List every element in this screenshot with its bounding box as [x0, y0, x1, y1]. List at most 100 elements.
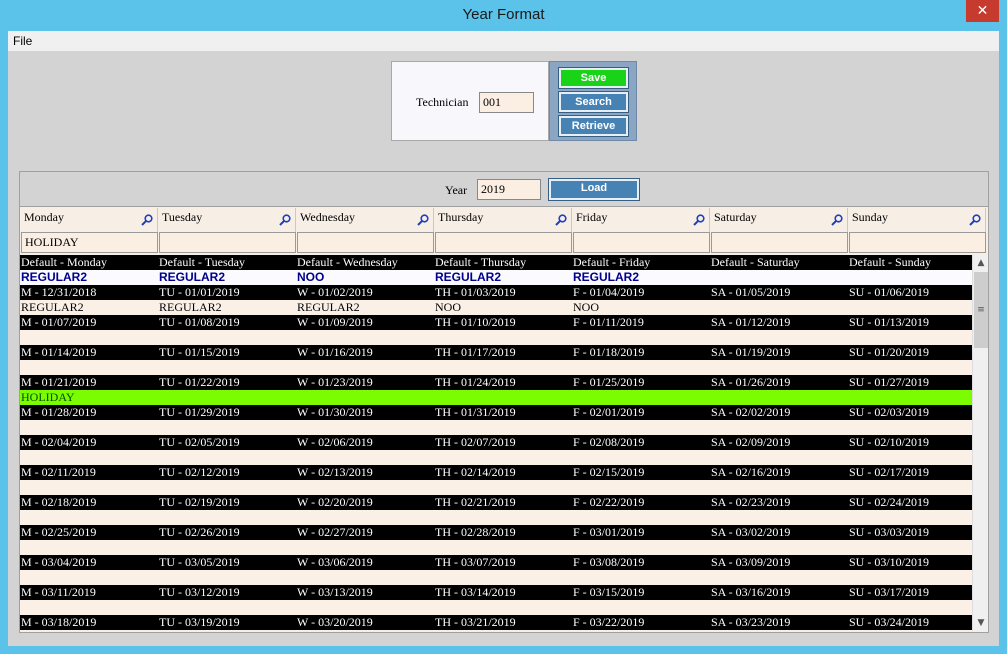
table-row[interactable] [20, 510, 972, 525]
table-cell: SA - 02/09/2019 [711, 435, 791, 449]
table-cell: NOO [435, 300, 461, 314]
table-cell: M - 01/14/2019 [21, 345, 97, 359]
table-row[interactable]: M - 03/04/2019 TU - 03/05/2019 W - 03/06/2… [20, 555, 972, 570]
technician-input[interactable] [479, 92, 534, 113]
table-cell: TU - 01/01/2019 [159, 285, 240, 299]
table-cell: TH - 02/14/2019 [435, 465, 516, 479]
day-header-label: Sunday [852, 210, 888, 224]
filter-wednesday[interactable] [297, 232, 434, 253]
table-cell: REGULAR2 [159, 300, 222, 314]
scroll-thumb[interactable]: ≡ [974, 272, 988, 348]
filter-friday[interactable] [573, 232, 710, 253]
filter-thursday[interactable] [435, 232, 572, 253]
table-row[interactable]: M - 01/07/2019 TU - 01/08/2019 W - 01/09/2… [20, 315, 972, 330]
vertical-scrollbar[interactable]: ▲ ≡ ▼ [972, 255, 988, 631]
day-header-wednesday[interactable]: Wednesday [296, 208, 434, 232]
table-cell: W - 01/09/2019 [297, 315, 373, 329]
table-row[interactable]: REGULAR2 REGULAR2 NOO REGULAR2 REGULAR2 [20, 270, 972, 285]
day-header-friday[interactable]: Friday [572, 208, 710, 232]
table-cell: SU - 03/24/2019 [849, 615, 930, 629]
magnifier-icon[interactable] [417, 214, 429, 226]
table-cell: M - 02/04/2019 [21, 435, 97, 449]
table-cell: Default - Saturday [711, 255, 800, 269]
scroll-up-icon[interactable]: ▲ [973, 255, 989, 271]
table-row[interactable]: M - 02/18/2019 TU - 02/19/2019 W - 02/20/2… [20, 495, 972, 510]
year-label: Year [445, 183, 468, 197]
magnifier-icon[interactable] [555, 214, 567, 226]
table-cell: REGULAR2 [21, 300, 84, 314]
table-cell: M - 02/11/2019 [21, 465, 96, 479]
table-row[interactable] [20, 360, 972, 375]
table-row[interactable]: M - 02/25/2019 TU - 02/26/2019 W - 02/27/2… [20, 525, 972, 540]
table-cell: TU - 02/05/2019 [159, 435, 240, 449]
filter-sunday[interactable] [849, 232, 986, 253]
table-row[interactable]: HOLIDAY [20, 390, 972, 405]
day-header-saturday[interactable]: Saturday [710, 208, 848, 232]
table-cell: W - 02/27/2019 [297, 525, 373, 539]
magnifier-icon[interactable] [141, 214, 153, 226]
save-button[interactable]: Save [558, 67, 629, 89]
table-row[interactable]: M - 01/21/2019 TU - 01/22/2019 W - 01/23/2… [20, 375, 972, 390]
table-cell: W - 01/23/2019 [297, 375, 373, 389]
day-header-label: Saturday [714, 210, 757, 224]
table-cell: W - 02/06/2019 [297, 435, 373, 449]
table-row[interactable] [20, 570, 972, 585]
table-cell: TU - 01/15/2019 [159, 345, 240, 359]
table-row[interactable]: M - 01/14/2019 TU - 01/15/2019 W - 01/16/2… [20, 345, 972, 360]
table-row[interactable]: M - 03/11/2019 TU - 03/12/2019 W - 03/13/2… [20, 585, 972, 600]
table-cell: SA - 01/19/2019 [711, 345, 791, 359]
table-cell: TH - 02/28/2019 [435, 525, 516, 539]
table-cell: F - 03/01/2019 [573, 525, 645, 539]
table-cell: W - 01/30/2019 [297, 405, 373, 419]
action-buttons-panel: Save Search Retrieve [549, 61, 637, 141]
table-cell: F - 03/22/2019 [573, 615, 645, 629]
table-cell: SA - 02/02/2019 [711, 405, 791, 419]
scroll-down-icon[interactable]: ▼ [973, 615, 989, 631]
technician-panel: Technician [391, 61, 549, 141]
table-row[interactable]: M - 03/18/2019 TU - 03/19/2019 W - 03/20/2… [20, 615, 972, 630]
search-button[interactable]: Search [558, 91, 629, 113]
table-row[interactable]: REGULAR2 REGULAR2 REGULAR2 NOO NOO [20, 300, 972, 315]
menu-file[interactable]: File [13, 34, 32, 48]
table-cell: NOO [297, 270, 325, 284]
table-cell: F - 02/15/2019 [573, 465, 645, 479]
table-row[interactable]: M - 12/31/2018 TU - 01/01/2019 W - 01/02/2… [20, 285, 972, 300]
day-header-monday[interactable]: Monday [20, 208, 158, 232]
table-row[interactable]: M - 02/04/2019 TU - 02/05/2019 W - 02/06/2… [20, 435, 972, 450]
filter-tuesday[interactable] [159, 232, 296, 253]
table-cell: SA - 03/09/2019 [711, 555, 791, 569]
table-cell: TH - 03/07/2019 [435, 555, 516, 569]
day-header-sunday[interactable]: Sunday [848, 208, 986, 232]
day-header-thursday[interactable]: Thursday [434, 208, 572, 232]
retrieve-button[interactable]: Retrieve [558, 115, 629, 137]
table-row[interactable]: M - 02/11/2019 TU - 02/12/2019 W - 02/13/2… [20, 465, 972, 480]
table-cell: SU - 02/24/2019 [849, 495, 930, 509]
magnifier-icon[interactable] [693, 214, 705, 226]
table-header-row[interactable]: Default - Monday Default - Tuesday Default… [20, 255, 972, 270]
day-header-label: Friday [576, 210, 608, 224]
table-cell: SA - 01/12/2019 [711, 315, 791, 329]
table-row[interactable] [20, 330, 972, 345]
table-cell: Default - Monday [21, 255, 107, 269]
table-cell: TU - 01/22/2019 [159, 375, 240, 389]
table-row[interactable] [20, 450, 972, 465]
table-cell: W - 01/02/2019 [297, 285, 373, 299]
table-row[interactable] [20, 420, 972, 435]
table-cell: SA - 03/23/2019 [711, 615, 791, 629]
filter-saturday[interactable] [711, 232, 848, 253]
table-row[interactable] [20, 480, 972, 495]
table-row[interactable] [20, 600, 972, 615]
table-cell: F - 03/08/2019 [573, 555, 645, 569]
magnifier-icon[interactable] [831, 214, 843, 226]
table-cell: Default - Sunday [849, 255, 931, 269]
table-row[interactable] [20, 540, 972, 555]
magnifier-icon[interactable] [279, 214, 291, 226]
year-input[interactable] [477, 179, 541, 200]
magnifier-icon[interactable] [969, 214, 981, 226]
day-header-tuesday[interactable]: Tuesday [158, 208, 296, 232]
table-cell: SU - 03/17/2019 [849, 585, 930, 599]
close-button[interactable]: ✕ [966, 0, 999, 22]
table-row[interactable]: M - 01/28/2019 TU - 01/29/2019 W - 01/30/2… [20, 405, 972, 420]
load-button[interactable]: Load [548, 178, 640, 201]
filter-monday[interactable] [21, 232, 158, 253]
